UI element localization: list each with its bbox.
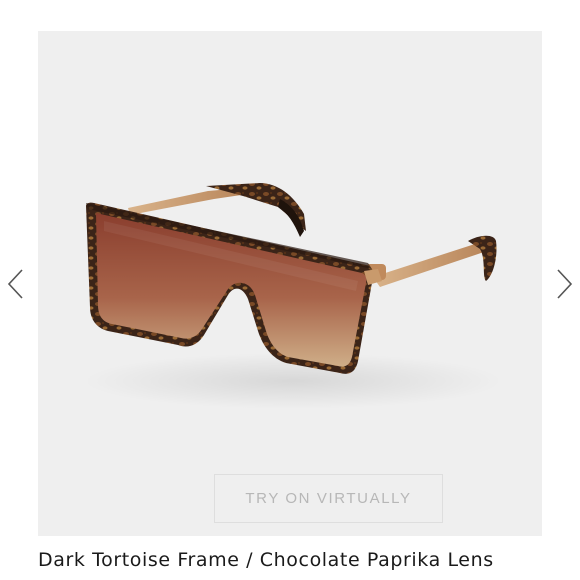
previous-image-button[interactable] [4,266,28,302]
try-on-virtually-button[interactable]: TRY ON VIRTUALLY [214,474,443,523]
product-image-gallery: TRY ON VIRTUALLY [38,31,542,536]
chevron-right-icon [557,269,573,299]
chevron-left-icon [7,269,23,299]
product-variant-title: Dark Tortoise Frame / Chocolate Paprika … [38,549,494,571]
sunglasses-image [83,183,503,409]
product-gallery-page: TRY ON VIRTUALLY Dark Tortoise Frame / C… [0,0,580,580]
next-image-button[interactable] [553,266,577,302]
